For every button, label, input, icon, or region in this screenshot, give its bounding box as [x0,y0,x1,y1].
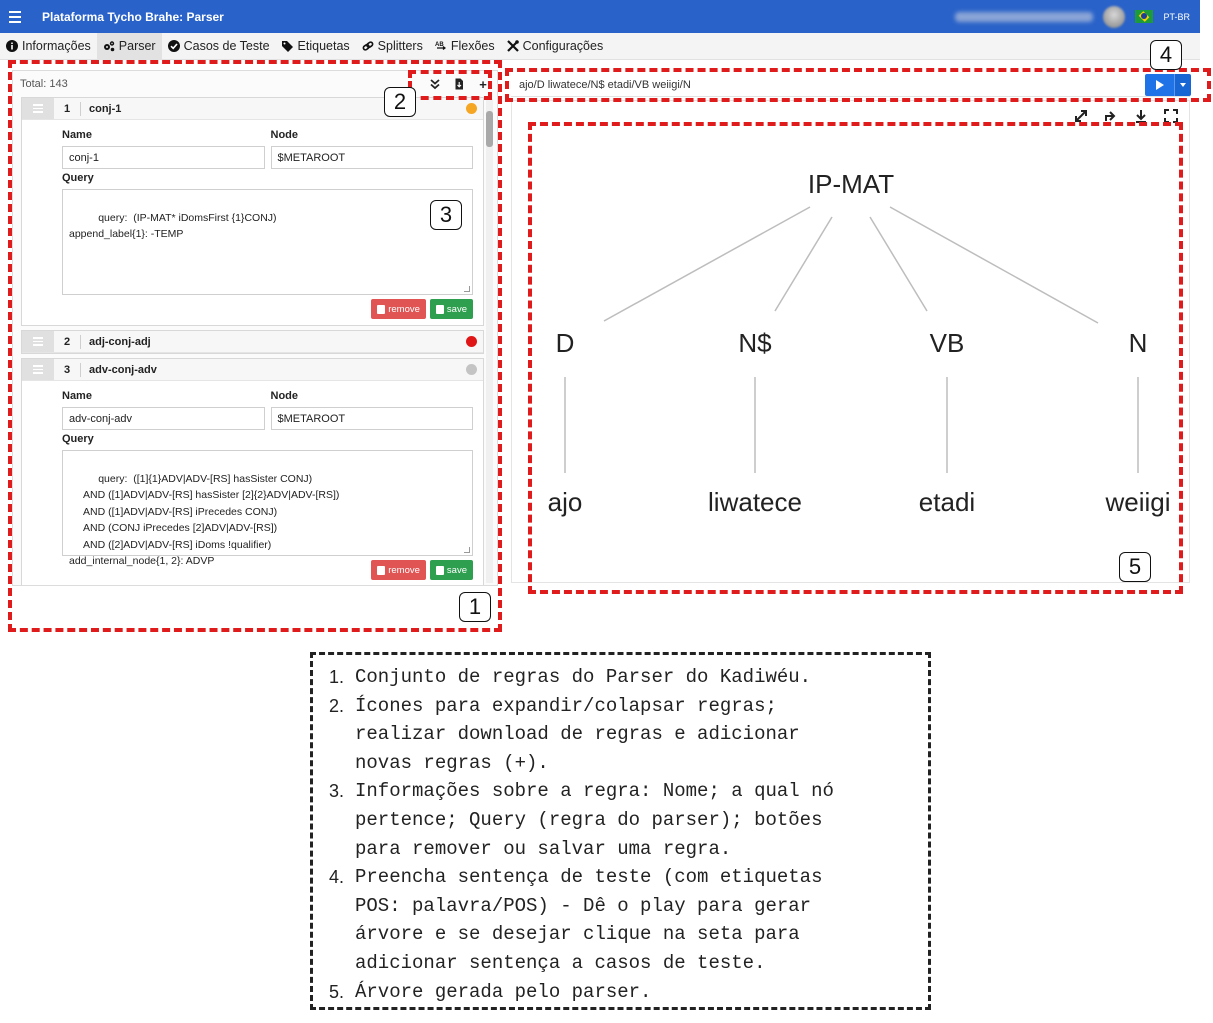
menu-etiquetas[interactable]: Etiquetas [276,33,356,60]
menu-flexoes[interactable]: AB Flexões [429,33,501,60]
annotation-badge-2: 2 [384,87,416,117]
menu-informacoes[interactable]: Informações [0,33,97,60]
annotation-badge-5: 5 [1119,552,1151,582]
legend-number: 4. [329,867,345,888]
annotation-badge-1: 1 [459,592,491,622]
menu-label: Configurações [522,39,604,53]
hamburger-menu-icon[interactable] [0,0,30,33]
legend-item: 3. Informações sobre a regra: Nome; a qu… [329,777,914,863]
annotation-badge-4: 4 [1150,40,1182,70]
legend-number: 3. [329,781,345,802]
legend-number: 2. [329,695,345,716]
cogs-icon [103,41,115,52]
legend-text: Ícones para expandir/colapsar regras; rea… [355,694,800,774]
info-icon [6,40,18,52]
legend-item: 2. Ícones para expandir/colapsar regras;… [329,692,914,778]
legend-number: 5. [329,981,345,1002]
language-label[interactable]: PT-BR [1163,12,1190,22]
tools-icon [506,40,519,52]
menu-parser[interactable]: Parser [96,32,162,60]
menu-label: Splitters [377,39,423,53]
app-title: Plataforma Tycho Brahe: Parser [42,9,224,24]
menu-splitters[interactable]: Splitters [356,33,429,60]
legend-item: 4. Preencha sentença de teste (com etiqu… [329,863,914,977]
menu-label: Parser [118,39,156,53]
legend-box: 1. Conjunto de regras do Parser do Kadiw… [310,652,931,1010]
legend-text: Conjunto de regras do Parser do Kadiwéu. [355,666,812,688]
user-name-blurred[interactable] [955,11,1094,22]
brazil-flag-icon[interactable] [1135,10,1154,23]
legend-text: Árvore gerada pelo parser. [355,980,652,1003]
annotation-badge-3: 3 [430,200,462,230]
legend-text: Informações sobre a regra: Nome; a qual … [355,780,834,860]
menu-label: Etiquetas [297,39,350,53]
top-bar: Plataforma Tycho Brahe: Parser PT-BR [0,0,1200,33]
legend-item: 1. Conjunto de regras do Parser do Kadiw… [329,663,914,692]
annotation-box-4 [505,68,1211,102]
sort-alpha-icon: AB [435,42,446,50]
menu-label: Flexões [450,39,495,53]
annotation-box-2 [408,70,492,100]
user-area: PT-BR [955,0,1190,33]
menu-label: Informações [22,39,91,53]
link-icon [362,41,374,51]
annotation-box-5 [528,122,1183,594]
legend-number: 1. [329,667,345,687]
check-circle-icon [167,40,180,52]
avatar[interactable] [1103,5,1126,28]
tags-icon [281,41,293,52]
main-menu: Informações Parser Casos de Teste Etique… [0,32,1200,60]
legend-item: 5. Árvore gerada pelo parser. [329,978,914,1007]
legend-text: Preencha sentença de teste (com etiqueta… [355,866,823,974]
menu-casos-de-teste[interactable]: Casos de Teste [162,33,276,60]
annotation-box-1 [8,60,502,632]
menu-configuracoes[interactable]: Configurações [501,33,610,60]
menu-label: Casos de Teste [183,39,270,53]
